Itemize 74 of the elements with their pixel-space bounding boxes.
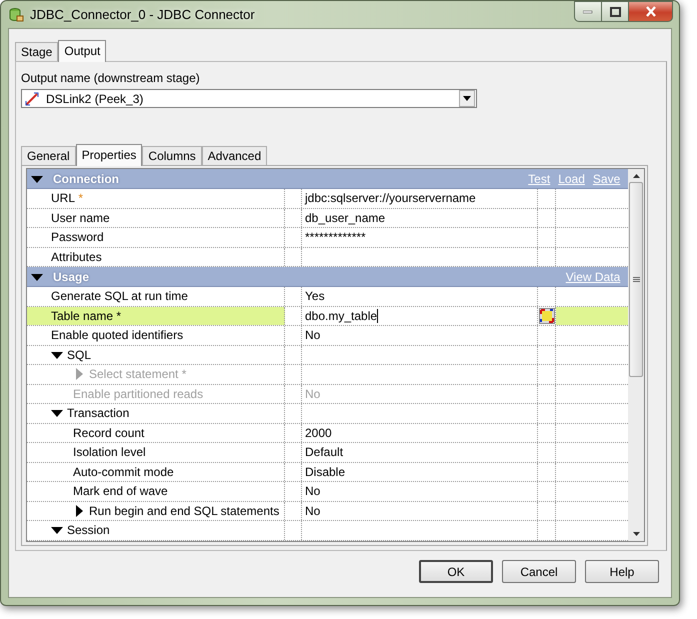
browse-button[interactable] <box>538 308 554 324</box>
property-name: URL * <box>51 191 84 206</box>
property-name: Generate SQL at run time <box>51 289 188 304</box>
property-name: Run begin and end SQL statements <box>89 504 280 518</box>
tab[interactable]: Columns <box>142 146 202 165</box>
property-row[interactable]: Generate SQL at run time Yes <box>27 287 628 306</box>
property-row[interactable]: Isolation level Default <box>27 443 628 462</box>
expand-triangle-icon[interactable] <box>73 504 85 517</box>
dialog-button[interactable]: OK <box>419 560 493 583</box>
collapse-triangle-icon[interactable] <box>51 524 63 536</box>
property-value[interactable]: dbo.my_table <box>305 308 378 323</box>
property-value[interactable]: db_user_name <box>305 210 386 225</box>
grip-icon <box>632 276 640 282</box>
property-row[interactable]: Attributes <box>27 248 628 267</box>
property-value[interactable]: Default <box>305 445 344 460</box>
property-name: Record count <box>73 426 144 440</box>
vertical-scrollbar[interactable] <box>628 169 644 540</box>
scroll-up-arrow-icon[interactable] <box>632 174 640 178</box>
property-row[interactable]: Auto-commit mode Disable <box>27 462 628 482</box>
property-value[interactable]: Yes <box>305 289 325 304</box>
property-name: Enable quoted identifiers <box>51 328 184 342</box>
window-title: JDBC_Connector_0 - JDBC Connector <box>30 7 255 22</box>
property-row[interactable]: Password ************* <box>27 228 628 248</box>
tab[interactable]: Advanced <box>202 146 268 165</box>
field-label: Output name (downstream stage) <box>21 71 201 85</box>
tab[interactable]: Stage <box>15 42 58 61</box>
property-row[interactable]: Enable quoted identifiers No <box>27 326 628 346</box>
dialog-button[interactable]: Help <box>585 560 659 583</box>
group-label[interactable]: Transaction <box>67 406 130 420</box>
property-row[interactable]: URL * jdbc:sqlserver://yourservername <box>27 189 628 208</box>
dialog-button[interactable]: Cancel <box>502 560 576 583</box>
scroll-down-arrow-icon[interactable] <box>632 532 640 536</box>
tab[interactable]: General <box>21 146 76 165</box>
property-name: Mark end of wave <box>73 484 168 498</box>
property-row[interactable]: Mark end of wave No <box>27 482 628 502</box>
property-name: Enable partitioned reads <box>73 386 204 401</box>
property-value[interactable]: No <box>305 328 320 342</box>
close-icon <box>644 6 656 17</box>
property-name: Isolation level <box>73 445 146 460</box>
property-name: Auto-commit mode <box>73 464 174 479</box>
property-row[interactable]: Record count 2000 <box>27 424 628 443</box>
tab[interactable]: Properties <box>76 144 142 166</box>
group-row[interactable]: Session <box>27 521 628 540</box>
output-name-dropdown[interactable]: DSLink2 (Peek_3) <box>21 89 477 108</box>
database-icon <box>8 6 24 22</box>
maximize-icon <box>610 6 620 16</box>
section-title: Usage <box>53 270 90 284</box>
property-name: Password <box>51 230 104 244</box>
property-value[interactable]: No <box>305 504 320 518</box>
maximize-button[interactable] <box>602 1 629 22</box>
link-icon <box>24 90 40 106</box>
group-label[interactable]: Session <box>67 523 110 538</box>
minimize-icon <box>583 10 593 14</box>
property-name: Table name * <box>51 308 122 323</box>
group-label[interactable]: SQL <box>67 348 92 362</box>
close-button[interactable] <box>629 1 673 22</box>
minimize-button[interactable] <box>574 1 602 22</box>
property-row[interactable]: Table name * dbo.my_table <box>27 306 628 326</box>
group-row[interactable]: Transaction <box>27 404 628 424</box>
property-row[interactable]: User name db_user_name <box>27 208 628 228</box>
tab[interactable]: Output <box>58 40 106 62</box>
property-name: User name <box>51 210 110 225</box>
property-name: Attributes <box>51 250 102 264</box>
scroll-thumb[interactable] <box>629 182 644 377</box>
collapse-triangle-icon[interactable] <box>51 407 63 420</box>
property-value[interactable]: Disable <box>305 464 346 479</box>
group-row[interactable]: SQL <box>27 346 628 365</box>
property-value[interactable]: No <box>305 484 320 498</box>
property-value[interactable]: ************* <box>305 230 366 244</box>
property-name: Select statement * <box>89 367 186 382</box>
section-title: Connection <box>53 172 119 186</box>
property-value[interactable]: jdbc:sqlserver://yourservername <box>305 191 476 206</box>
property-value[interactable]: 2000 <box>305 426 332 440</box>
property-row[interactable]: Run begin and end SQL statements No <box>27 502 628 521</box>
